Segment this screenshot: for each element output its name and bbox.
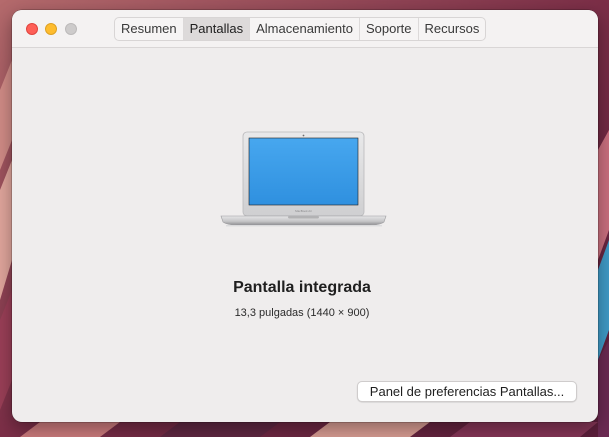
tab-resumen[interactable]: Resumen [115, 18, 184, 40]
tab-soporte[interactable]: Soporte [360, 18, 419, 40]
macbook-air-icon: MacBook Air [220, 131, 387, 227]
tab-almacenamiento[interactable]: Almacenamiento [250, 18, 360, 40]
system-info-window: Resumen Pantallas Almacenamiento Soporte… [12, 10, 598, 422]
tab-recursos[interactable]: Recursos [419, 18, 486, 40]
svg-text:MacBook Air: MacBook Air [295, 209, 312, 213]
display-spec: 13,3 pulgadas (1440 × 900) [234, 307, 370, 319]
close-window-icon[interactable] [26, 23, 38, 35]
minimize-window-icon[interactable] [45, 23, 57, 35]
tab-pantallas[interactable]: Pantallas [183, 18, 251, 40]
window-titlebar: Resumen Pantallas Almacenamiento Soporte… [12, 10, 598, 48]
displays-preferences-button[interactable]: Panel de preferencias Pantallas... [357, 381, 577, 402]
section-tabs: Resumen Pantallas Almacenamiento Soporte… [114, 17, 487, 41]
display-name: Pantalla integrada [233, 279, 371, 296]
zoom-window-icon[interactable] [65, 23, 77, 35]
displays-panel: MacBook Air Pantalla integrada 13,3 pulg… [12, 48, 598, 422]
